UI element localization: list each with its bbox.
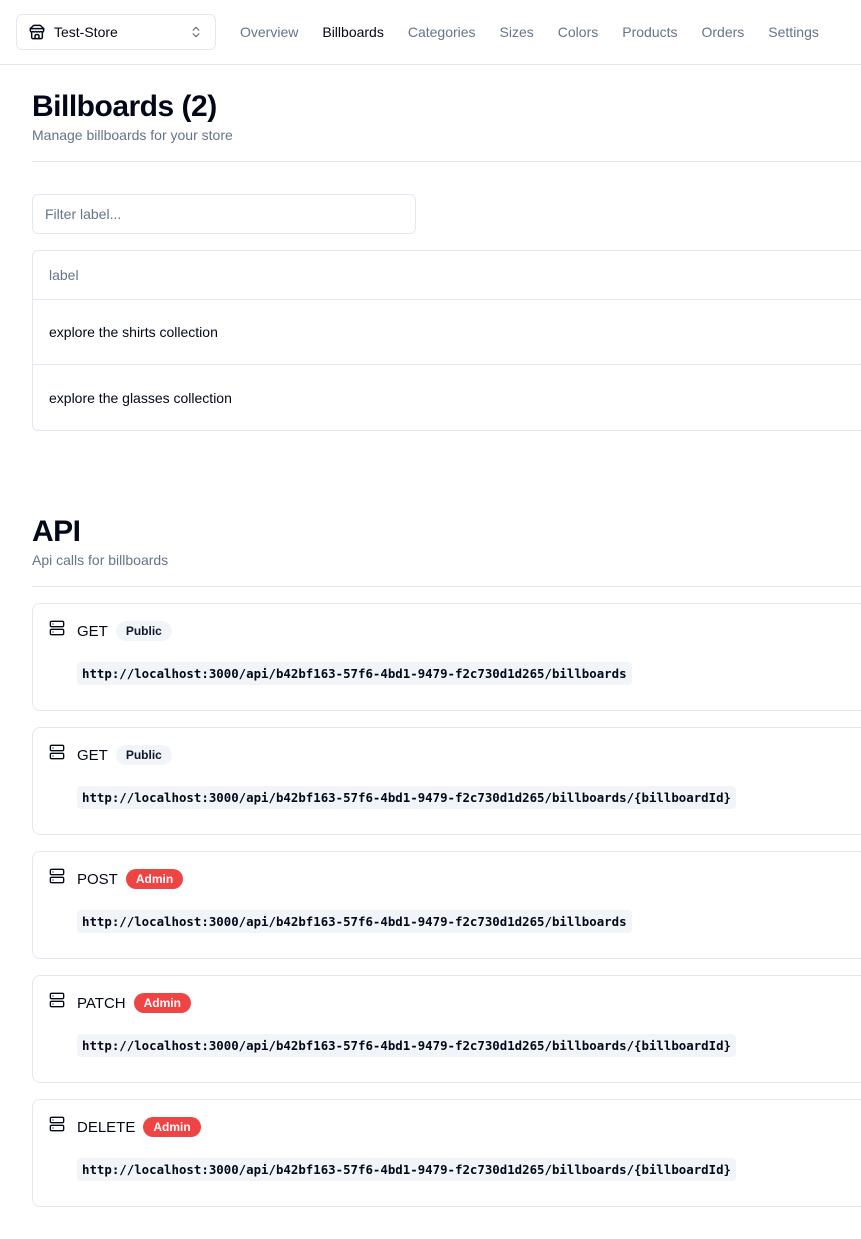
access-badge: Public: [115, 621, 172, 641]
table-row[interactable]: explore the glasses collection: [33, 365, 861, 430]
api-title: API: [32, 515, 81, 548]
nav-item-categories[interactable]: Categories: [408, 24, 476, 40]
api-endpoint-card: GET Public http://localhost:3000/api/b42…: [32, 727, 861, 835]
top-navbar: Test-Store Overview Billboards Categorie…: [0, 0, 861, 65]
separator: [32, 586, 861, 587]
api-list: GET Public http://localhost:3000/api/b42…: [32, 603, 861, 1223]
column-header-label[interactable]: label: [33, 251, 861, 300]
endpoint-url[interactable]: http://localhost:3000/api/b42bf163-57f6-…: [77, 1158, 737, 1181]
endpoint-header: POST Admin: [77, 868, 184, 890]
table-row[interactable]: explore the shirts collection: [33, 300, 861, 365]
access-badge: Admin: [133, 993, 191, 1013]
store-name: Test-Store: [54, 24, 118, 40]
server-icon: [49, 992, 65, 1008]
http-method: DELETE: [77, 1118, 136, 1136]
server-icon: [49, 1116, 65, 1132]
page-title: Billboards (2): [32, 90, 217, 123]
nav-item-products[interactable]: Products: [622, 24, 677, 40]
chevrons-up-down-icon: [189, 25, 203, 39]
page-description: Manage billboards for your store: [32, 127, 233, 143]
endpoint-url[interactable]: http://localhost:3000/api/b42bf163-57f6-…: [77, 786, 737, 809]
nav-item-settings[interactable]: Settings: [768, 24, 819, 40]
api-endpoint-card: POST Admin http://localhost:3000/api/b42…: [32, 851, 861, 959]
cell-label: explore the shirts collection: [49, 324, 218, 340]
endpoint-header: GET Public: [77, 744, 172, 766]
api-endpoint-card: DELETE Admin http://localhost:3000/api/b…: [32, 1099, 861, 1207]
access-badge: Public: [115, 745, 172, 765]
server-icon: [49, 744, 65, 760]
endpoint-header: DELETE Admin: [77, 1116, 201, 1138]
server-icon: [49, 868, 65, 884]
store-switcher[interactable]: Test-Store: [16, 14, 216, 50]
server-icon: [49, 620, 65, 636]
endpoint-url[interactable]: http://localhost:3000/api/b42bf163-57f6-…: [77, 1034, 737, 1057]
filter-label-input[interactable]: [32, 194, 416, 234]
access-badge: Admin: [143, 1117, 201, 1137]
endpoint-header: PATCH Admin: [77, 992, 191, 1014]
api-description: Api calls for billboards: [32, 552, 169, 568]
http-method: GET: [77, 746, 108, 764]
api-endpoint-card: GET Public http://localhost:3000/api/b42…: [32, 603, 861, 711]
nav-item-overview[interactable]: Overview: [240, 24, 298, 40]
http-method: POST: [77, 870, 118, 888]
main-nav: Overview Billboards Categories Sizes Col…: [240, 0, 843, 64]
billboards-heading: Billboards (2) Manage billboards for you…: [32, 89, 233, 145]
separator: [32, 161, 861, 162]
nav-item-billboards[interactable]: Billboards: [322, 24, 383, 40]
endpoint-url[interactable]: http://localhost:3000/api/b42bf163-57f6-…: [77, 662, 632, 685]
api-endpoint-card: PATCH Admin http://localhost:3000/api/b4…: [32, 975, 861, 1083]
nav-item-colors[interactable]: Colors: [558, 24, 598, 40]
endpoint-url[interactable]: http://localhost:3000/api/b42bf163-57f6-…: [77, 910, 632, 933]
access-badge: Admin: [125, 869, 184, 889]
api-heading: API Api calls for billboards: [32, 514, 168, 570]
billboards-table: label explore the shirts collection expl…: [32, 250, 861, 431]
endpoint-header: GET Public: [77, 620, 172, 642]
store-icon: [29, 24, 45, 40]
http-method: PATCH: [77, 994, 126, 1012]
nav-item-orders[interactable]: Orders: [702, 24, 745, 40]
http-method: GET: [77, 622, 108, 640]
nav-item-sizes[interactable]: Sizes: [500, 24, 534, 40]
cell-label: explore the glasses collection: [49, 389, 232, 406]
